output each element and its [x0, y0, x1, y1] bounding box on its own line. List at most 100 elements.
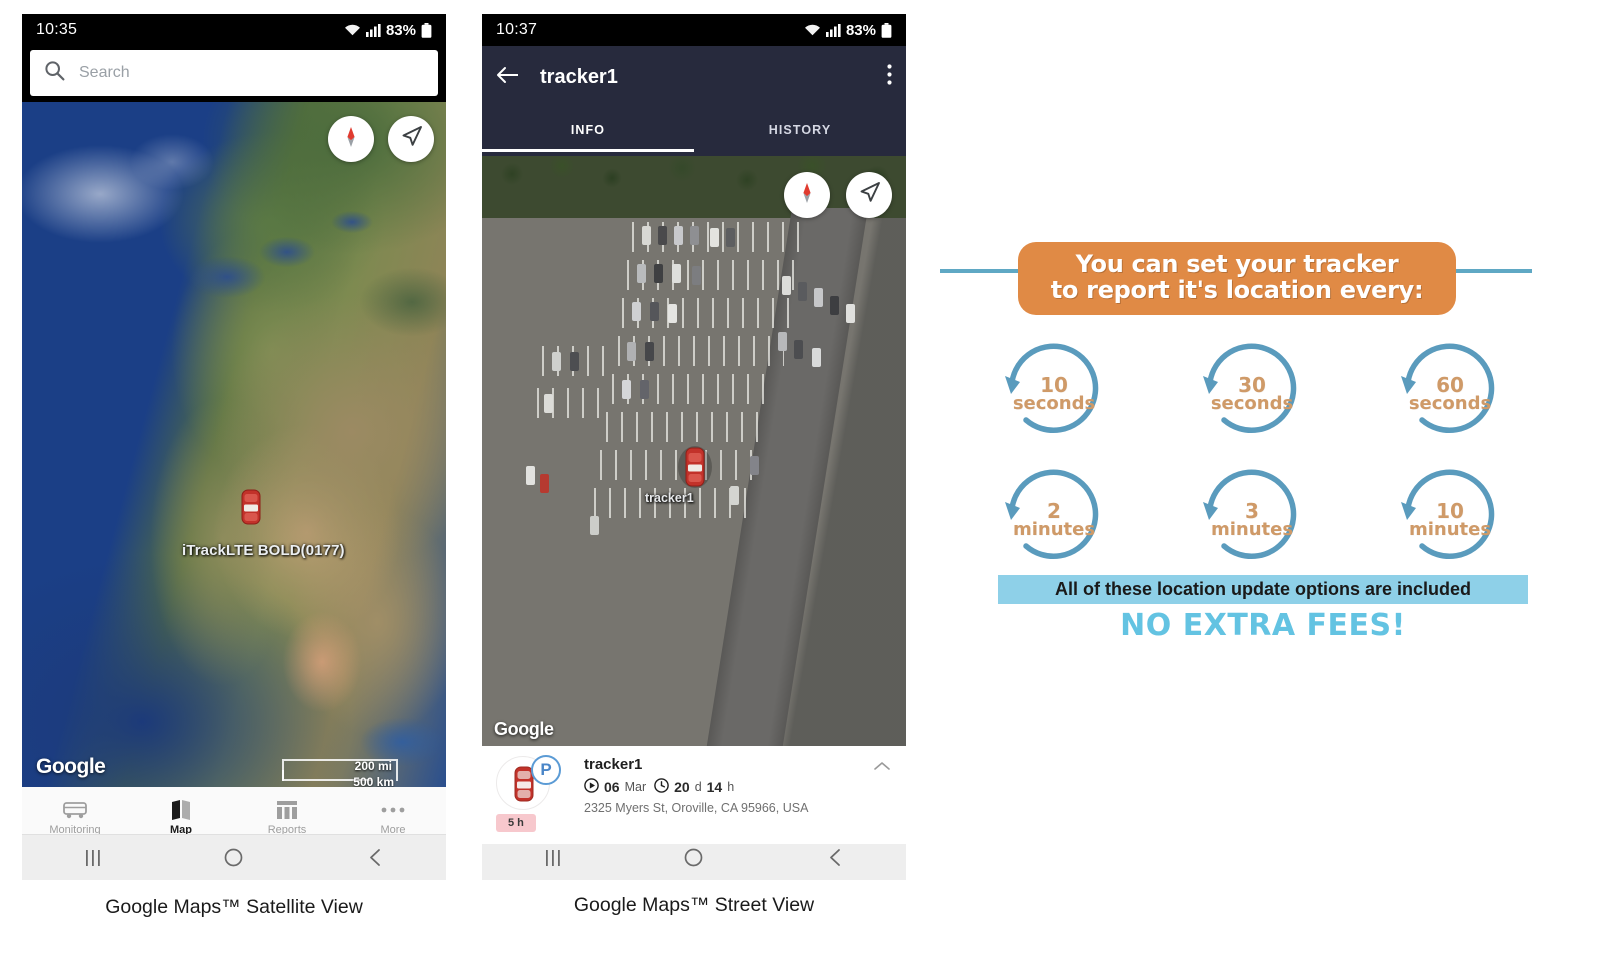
satellite-map-canvas[interactable]: iTrackLTE BOLD(0177) Google 200 mi 500 k… — [22, 102, 446, 787]
caption-street-view: Google Maps™ Street View — [573, 894, 815, 916]
duration-days-unit: d — [694, 780, 702, 794]
search-bar-container: Search — [22, 46, 446, 102]
subtitle-text: All of these location update options are… — [1054, 579, 1472, 599]
interval-option-3-minutes: 3 minutes — [1190, 464, 1314, 576]
status-badge: P — [531, 755, 561, 785]
signal-bars-icon — [365, 23, 381, 37]
google-attribution: Google — [494, 719, 554, 739]
interval-options: 10 seconds 30 seconds 60 seconds 2 minut… — [992, 338, 1512, 590]
home-button[interactable] — [623, 848, 764, 867]
search-icon — [44, 60, 65, 86]
back-button[interactable] — [305, 848, 446, 867]
headline-line-2: to report it's location every: — [1050, 276, 1424, 305]
tab-strip-phone2: INFO HISTORY — [482, 108, 906, 152]
battery-percent: 83% — [385, 21, 416, 39]
tracker-info-card[interactable]: P tracker1 06 Mar 20 d 14 h 2325 Myers S… — [482, 746, 906, 844]
my-location-button[interactable] — [388, 116, 434, 162]
hours-badge: 5 h — [496, 814, 536, 832]
tab-reports[interactable]: Reports — [234, 799, 340, 836]
interval-unit: minutes — [1012, 518, 1096, 540]
interval-number: 60 — [1436, 372, 1464, 397]
headline-line-1: You can set your tracker — [1075, 250, 1399, 278]
interval-unit: minutes — [1210, 518, 1294, 540]
clock-icon — [654, 778, 669, 796]
status-bar-phone1: 10:35 83% — [22, 14, 446, 46]
status-time: 10:37 — [496, 21, 538, 38]
battery-percent: 83% — [845, 21, 876, 39]
page-title: tracker1 — [540, 65, 618, 88]
tab-map[interactable]: Map — [128, 799, 234, 836]
map-scale-bar: 200 mi 500 km — [282, 759, 398, 787]
scale-label-mi: 200 mi — [354, 759, 392, 773]
interval-unit: minutes — [1408, 518, 1492, 540]
street-view-map-canvas[interactable]: tracker1 Google — [482, 156, 906, 746]
avatar: P — [496, 755, 561, 810]
interval-row-minutes: 2 minutes 3 minutes 10 minutes — [992, 464, 1512, 576]
interval-option-30-seconds: 30 seconds — [1190, 338, 1314, 450]
infographic-panel: You can set your tracker to report it's … — [930, 240, 1590, 660]
interval-option-60-seconds: 60 seconds — [1388, 338, 1512, 450]
compass-button[interactable] — [328, 116, 374, 162]
phone-street-view: 10:37 83% tracker1 INFO HISTORY tracker1… — [482, 14, 906, 880]
battery-icon — [881, 22, 892, 38]
duration-days-value: 20 — [674, 779, 690, 795]
interval-unit: seconds — [1012, 392, 1096, 414]
google-attribution: Google — [36, 755, 106, 778]
compass-icon — [338, 124, 364, 155]
fees-text: NO EXTRA FEES! — [1120, 608, 1406, 643]
home-button[interactable] — [163, 848, 304, 867]
car-marker-icon[interactable] — [678, 441, 712, 498]
my-location-button[interactable] — [846, 172, 892, 218]
interval-number: 30 — [1238, 372, 1266, 397]
interval-number: 10 — [1436, 498, 1464, 523]
map-marker-label: tracker1 — [645, 491, 694, 505]
date-unit: Mar — [624, 780, 647, 794]
wifi-icon — [344, 23, 361, 37]
tab-monitoring[interactable]: Monitoring — [22, 799, 128, 836]
overflow-menu-icon[interactable] — [887, 64, 892, 90]
duration-hours-unit: h — [727, 780, 735, 794]
signal-bars-icon — [825, 23, 841, 37]
last-report-date: 06 Mar — [584, 778, 646, 796]
interval-number: 2 — [1047, 498, 1061, 523]
interval-number: 10 — [1040, 372, 1068, 397]
compass-button[interactable] — [784, 172, 830, 218]
recents-button[interactable] — [482, 849, 623, 867]
search-input[interactable]: Search — [30, 50, 438, 96]
chevron-up-icon[interactable] — [874, 758, 890, 776]
interval-unit: seconds — [1408, 392, 1492, 414]
duration: 20 d 14 h — [654, 778, 734, 796]
more-dots-icon — [381, 799, 405, 821]
tab-more[interactable]: More — [340, 799, 446, 836]
tab-info[interactable]: INFO — [482, 108, 694, 152]
interval-row-seconds: 10 seconds 30 seconds 60 seconds — [992, 338, 1512, 450]
tab-history[interactable]: HISTORY — [694, 108, 906, 152]
infographic-headline: You can set your tracker to report it's … — [1018, 242, 1456, 315]
reports-icon — [276, 799, 298, 821]
recents-button[interactable] — [22, 849, 163, 867]
vehicle-icon — [63, 799, 87, 821]
interval-number: 3 — [1245, 498, 1259, 523]
scale-label-km: 500 km — [353, 775, 394, 787]
tracker-name: tracker1 — [584, 756, 643, 773]
address-text: 2325 Myers St, Oroville, CA 95966, USA — [584, 801, 809, 815]
interval-option-10-seconds: 10 seconds — [992, 338, 1116, 450]
interval-unit: seconds — [1210, 392, 1294, 414]
car-marker-icon[interactable] — [240, 488, 262, 531]
duration-hours-value: 14 — [706, 779, 723, 795]
infographic-fees: NO EXTRA FEES! — [998, 608, 1528, 643]
screenshot-canvas: 10:35 83% Search iTrackLTE BOLD(0177) Go… — [0, 0, 1616, 970]
status-bar-phone2: 10:37 83% — [482, 14, 906, 46]
battery-icon — [421, 22, 432, 38]
interval-option-2-minutes: 2 minutes — [992, 464, 1116, 576]
back-button[interactable] — [765, 848, 906, 867]
play-circle-icon — [584, 778, 599, 796]
android-nav-bar-phone1 — [22, 834, 446, 880]
map-marker-label: iTrackLTE BOLD(0177) — [182, 542, 345, 559]
map-controls-phone1 — [328, 116, 434, 162]
infographic-subtitle: All of these location update options are… — [998, 575, 1528, 604]
navigation-arrow-icon — [857, 180, 882, 210]
date-value: 06 — [604, 779, 620, 795]
back-arrow-icon[interactable] — [496, 66, 520, 89]
map-icon — [171, 799, 191, 821]
